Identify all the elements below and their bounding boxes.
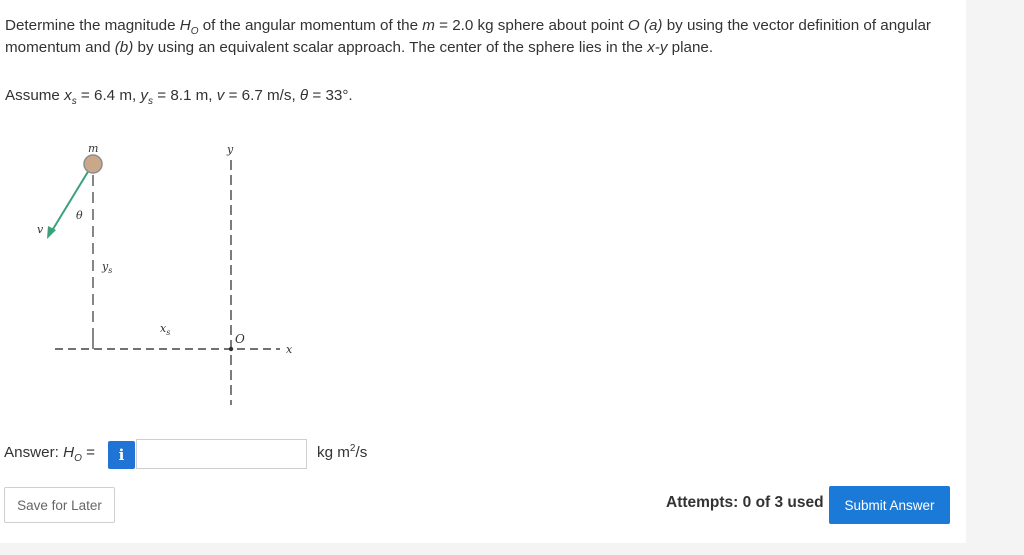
label-theta: θ xyxy=(76,209,83,222)
label-x: x xyxy=(286,343,293,356)
label-m: m xyxy=(88,142,98,155)
answer-label: Answer: HO = xyxy=(4,444,95,465)
save-for-later-button[interactable]: Save for Later xyxy=(4,487,115,523)
label-xs: xs xyxy=(160,322,170,337)
label-v: v xyxy=(37,223,44,236)
problem-statement: Determine the magnitude HO of the angula… xyxy=(5,17,931,56)
label-ys: ys xyxy=(101,260,112,275)
attempts-counter: Attempts: 0 of 3 used xyxy=(666,494,824,511)
velocity-arrow xyxy=(49,169,90,235)
label-O: O xyxy=(235,332,245,346)
label-y: y xyxy=(226,143,234,156)
question-card: Determine the magnitude HO of the angula… xyxy=(0,0,966,543)
sphere xyxy=(83,154,103,174)
given-values: Assume xs = 6.4 m, ys = 8.1 m, v = 6.7 m… xyxy=(5,87,353,108)
answer-input[interactable] xyxy=(136,439,307,469)
origin-point xyxy=(228,346,234,352)
info-button[interactable]: i xyxy=(108,441,135,469)
problem-figure: m y θ v ys xs O x xyxy=(30,140,320,410)
answer-units: kg m2/s xyxy=(317,442,368,461)
submit-answer-button[interactable]: Submit Answer xyxy=(829,486,950,524)
